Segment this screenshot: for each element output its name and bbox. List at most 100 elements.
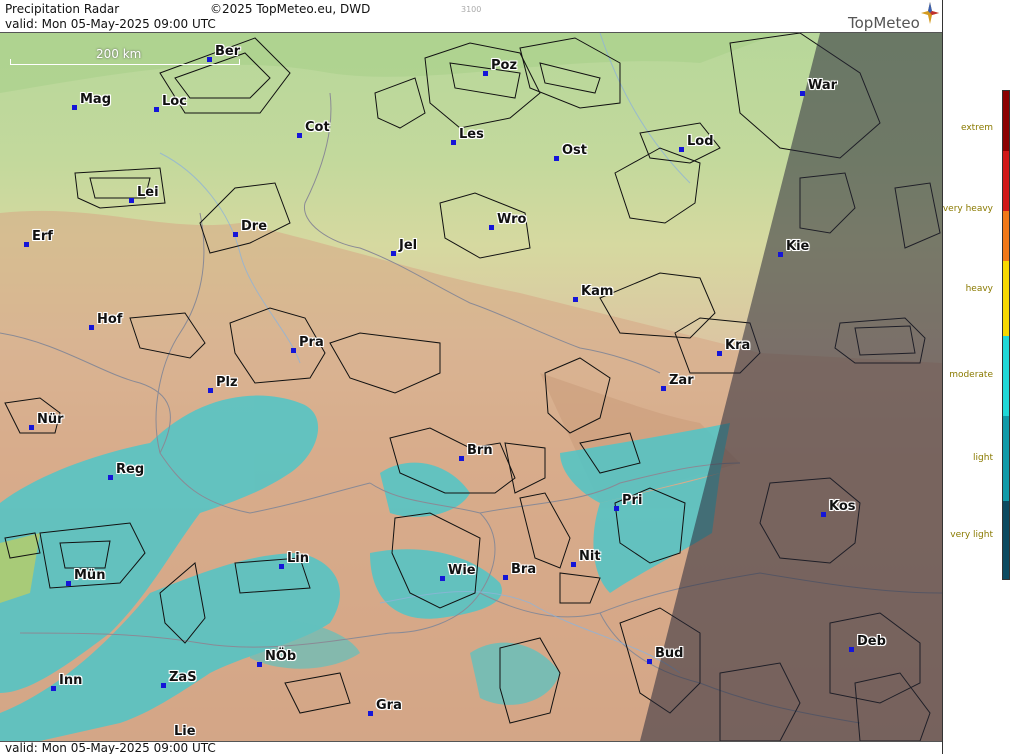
city-marker — [661, 386, 666, 391]
city-label: Deb — [857, 634, 886, 649]
valid-time-footer: valid: Mon 05-May-2025 09:00 UTC — [5, 741, 216, 754]
city-marker — [51, 686, 56, 691]
legend-label-very-heavy: very heavy — [942, 204, 993, 214]
city-label: Mag — [80, 92, 112, 107]
legend-swatch — [1003, 151, 1009, 211]
city-label: Lie — [174, 724, 196, 739]
city-label: Nit — [579, 549, 601, 564]
city-marker — [614, 506, 619, 511]
city-marker — [154, 107, 159, 112]
city-marker — [368, 711, 373, 716]
city-marker — [257, 662, 262, 667]
city-label: Ost — [562, 143, 588, 158]
city-label: Wie — [448, 563, 476, 578]
city-marker — [778, 252, 783, 257]
city-marker — [647, 659, 652, 664]
city-label: Kam — [581, 284, 614, 299]
city-marker — [503, 575, 508, 580]
city-label: War — [808, 78, 838, 93]
city-marker — [554, 156, 559, 161]
scale-bar: 200 km — [10, 47, 240, 67]
city-label: Kie — [786, 239, 810, 254]
city-marker — [679, 147, 684, 152]
legend-label-extrem: extrem — [960, 123, 993, 133]
city-marker — [573, 297, 578, 302]
city-marker — [800, 91, 805, 96]
map-footer: valid: Mon 05-May-2025 09:00 UTC — [0, 741, 942, 754]
city-marker — [451, 140, 456, 145]
city-label: Cot — [305, 120, 330, 135]
valid-time: valid: Mon 05-May-2025 09:00 UTC — [5, 17, 216, 31]
map-header: Precipitation Radar ©2025 TopMeteo.eu, D… — [0, 0, 942, 33]
city-marker — [489, 225, 494, 230]
city-marker — [29, 425, 34, 430]
city-label: Pri — [622, 493, 643, 508]
city-label: Dre — [241, 219, 268, 234]
city-label: NÖb — [265, 649, 297, 664]
city-marker — [129, 198, 134, 203]
city-label: Ber — [215, 44, 241, 59]
city-label: Pra — [299, 335, 324, 350]
scale-line — [10, 59, 240, 65]
city-marker — [297, 133, 302, 138]
legend-swatch — [1003, 261, 1009, 336]
city-marker — [89, 325, 94, 330]
city-marker — [571, 562, 576, 567]
city-label: Inn — [59, 673, 83, 688]
city-marker — [233, 232, 238, 237]
city-label: Lin — [287, 551, 309, 566]
city-label: Lod — [687, 134, 714, 149]
city-label: Kos — [829, 499, 856, 514]
city-label: Wro — [497, 212, 527, 227]
city-label: Bud — [655, 646, 684, 661]
city-marker — [821, 512, 826, 517]
city-label: Lei — [137, 185, 159, 200]
city-marker — [161, 683, 166, 688]
city-marker — [279, 564, 284, 569]
city-marker — [66, 581, 71, 586]
copyright-text: ©2025 TopMeteo.eu, DWD — [210, 2, 371, 16]
brand-logo: TopMeteo — [848, 14, 920, 32]
city-marker — [72, 105, 77, 110]
city-label: Kra — [725, 338, 751, 353]
precipitation-legend: extrem very heavy heavy moderate light v… — [942, 0, 1033, 754]
city-label: Jel — [399, 238, 418, 253]
legend-label-light: light — [973, 453, 993, 463]
compass-star-icon — [921, 2, 939, 24]
legend-swatch — [1003, 211, 1009, 261]
city-label: Zar — [669, 373, 694, 388]
legend-swatch — [1003, 336, 1009, 416]
map-title: Precipitation Radar — [5, 2, 120, 16]
city-label: Loc — [162, 94, 187, 109]
legend-swatch — [1003, 416, 1009, 501]
city-label: Hof — [97, 312, 123, 327]
city-label: Plz — [216, 375, 238, 390]
city-label: Bra — [511, 562, 537, 577]
city-marker — [391, 251, 396, 256]
city-label: Reg — [116, 462, 145, 477]
legend-swatch — [1003, 91, 1009, 151]
city-label: Nür — [37, 412, 64, 427]
city-label: ZaS — [169, 670, 197, 685]
city-label: Gra — [376, 698, 402, 713]
city-marker — [849, 647, 854, 652]
city-marker — [208, 388, 213, 393]
city-label: Poz — [491, 58, 518, 73]
legend-label-heavy: heavy — [965, 284, 993, 294]
city-marker — [440, 576, 445, 581]
city-label: Les — [459, 127, 484, 142]
city-marker — [717, 351, 722, 356]
city-marker — [24, 242, 29, 247]
radar-map[interactable]: 200 km Ber Poz War Mag Loc Cot Les Ost L… — [0, 33, 942, 741]
city-label: Erf — [32, 229, 53, 244]
city-marker — [207, 57, 212, 62]
city-marker — [108, 475, 113, 480]
city-marker — [291, 348, 296, 353]
legend-label-very-light: very light — [950, 530, 993, 540]
legend-swatch — [1003, 501, 1009, 579]
product-code: 3100 — [461, 5, 482, 14]
city-label: Brn — [467, 443, 493, 458]
legend-label-moderate: moderate — [949, 370, 993, 380]
city-marker — [483, 71, 488, 76]
city-label: Mün — [74, 568, 106, 583]
